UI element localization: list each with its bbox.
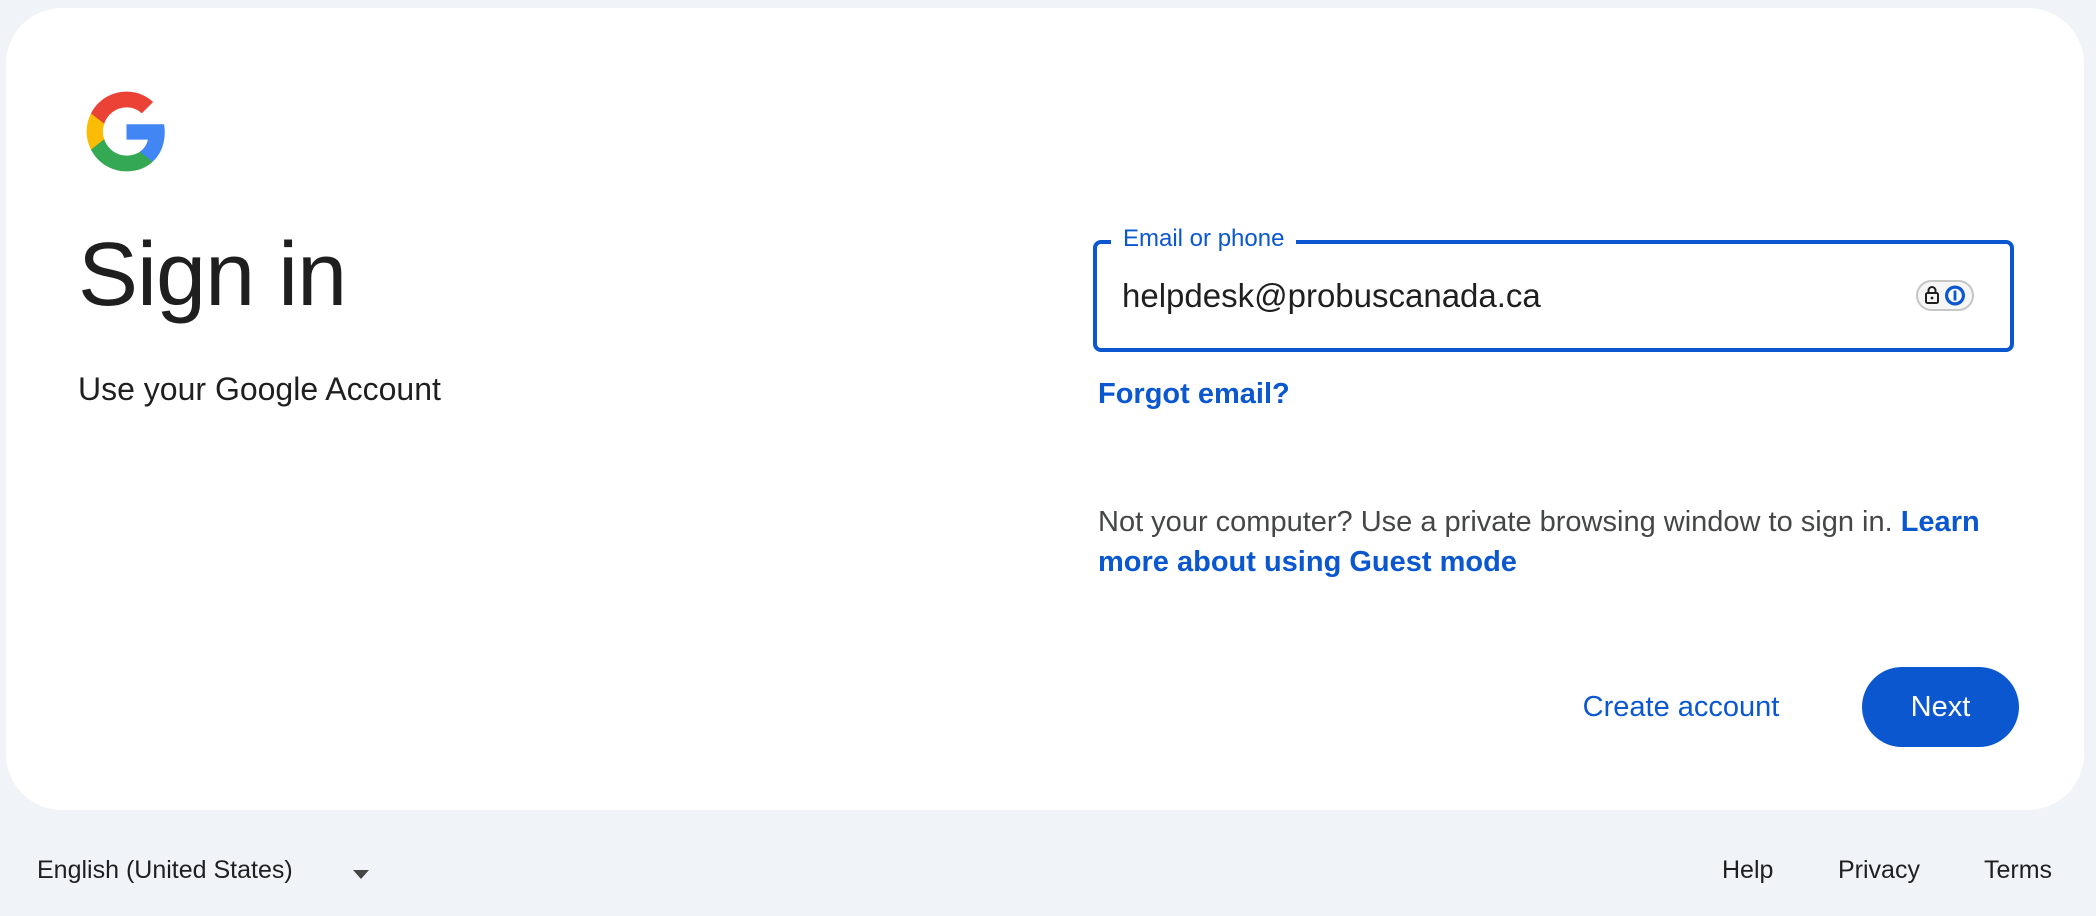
guest-mode-notice: Not your computer? Use a private browsin… — [1098, 502, 2028, 582]
help-link[interactable]: Help — [1722, 856, 1773, 885]
sign-in-card: Sign in Use your Google Account Email or… — [6, 8, 2084, 810]
privacy-link[interactable]: Privacy — [1838, 856, 1920, 885]
next-button[interactable]: Next — [1862, 667, 2019, 747]
email-field[interactable]: Email or phone — [1093, 224, 2014, 352]
forgot-email-link[interactable]: Forgot email? — [1098, 378, 1290, 411]
guest-mode-text: Not your computer? Use a private browsin… — [1098, 506, 1893, 538]
password-manager-button[interactable] — [1916, 280, 1974, 311]
email-input[interactable] — [1122, 244, 1902, 348]
google-logo-icon — [86, 91, 165, 172]
lock-icon — [1925, 285, 1965, 306]
terms-link[interactable]: Terms — [1984, 856, 2052, 885]
page-subtitle: Use your Google Account — [78, 371, 441, 407]
create-account-button[interactable]: Create account — [1546, 667, 1816, 747]
chevron-down-icon[interactable] — [353, 870, 369, 879]
page-title: Sign in — [78, 225, 347, 325]
language-select[interactable]: English (United States) — [37, 856, 293, 885]
